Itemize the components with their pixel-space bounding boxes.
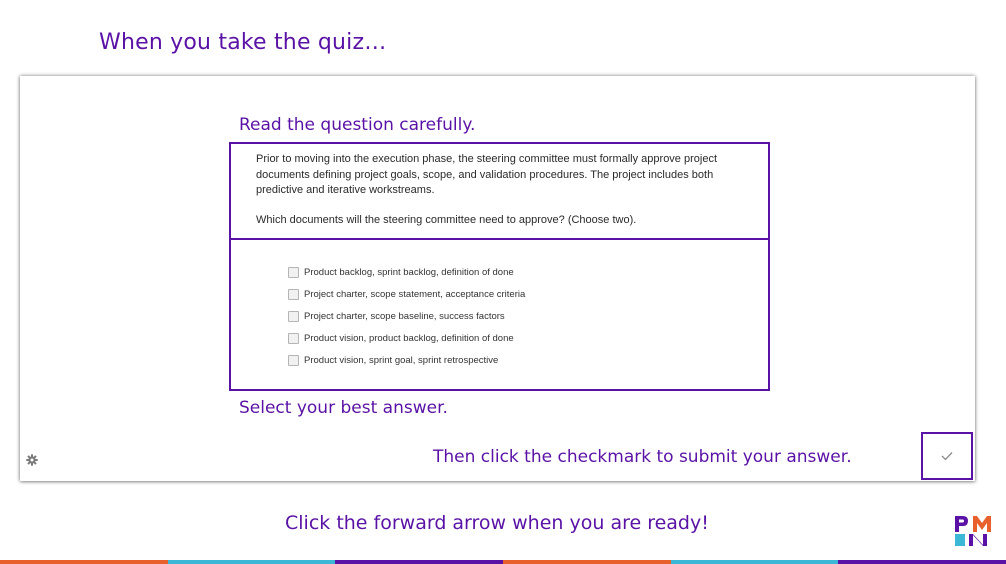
answer-checkbox[interactable] — [288, 332, 299, 344]
answer-options: Product backlog, sprint backlog, definit… — [288, 261, 525, 371]
answer-label: Product vision, product backlog, definit… — [304, 332, 514, 344]
slide-title: When you take the quiz… — [99, 30, 387, 55]
select-answer-hint: Select your best answer. — [239, 398, 448, 418]
answer-label: Project charter, scope baseline, success… — [304, 310, 505, 322]
answer-option[interactable]: Project charter, scope baseline, success… — [288, 305, 525, 327]
answer-checkbox[interactable] — [288, 288, 299, 300]
read-question-hint: Read the question carefully. — [239, 115, 476, 135]
footer-instruction: Click the forward arrow when you are rea… — [285, 512, 709, 534]
answers-box: Product backlog, sprint backlog, definit… — [229, 238, 770, 391]
quiz-panel: Read the question carefully. Prior to mo… — [20, 76, 975, 481]
pmi-logo — [953, 514, 993, 548]
answer-option[interactable]: Product vision, product backlog, definit… — [288, 327, 525, 349]
question-text: Prior to moving into the execution phase… — [256, 153, 718, 196]
question-box: Prior to moving into the execution phase… — [229, 142, 770, 240]
checkmark-icon — [941, 452, 953, 461]
brand-color-bar — [0, 560, 1006, 564]
answer-label: Project charter, scope statement, accept… — [304, 288, 526, 300]
answer-option[interactable]: Product backlog, sprint backlog, definit… — [288, 261, 525, 283]
answer-option[interactable]: Project charter, scope statement, accept… — [288, 283, 525, 305]
answer-checkbox[interactable] — [288, 310, 299, 322]
answer-checkbox[interactable] — [288, 266, 299, 278]
answer-option[interactable]: Product vision, sprint goal, sprint retr… — [288, 349, 525, 371]
answer-label: Product backlog, sprint backlog, definit… — [304, 266, 514, 278]
gear-icon[interactable] — [26, 453, 38, 466]
question-prompt: Which documents will the steering commit… — [256, 214, 637, 226]
answer-label: Product vision, sprint goal, sprint retr… — [304, 354, 499, 366]
submit-hint: Then click the checkmark to submit your … — [433, 447, 852, 467]
submit-button[interactable] — [921, 432, 973, 480]
answer-checkbox[interactable] — [288, 354, 299, 366]
